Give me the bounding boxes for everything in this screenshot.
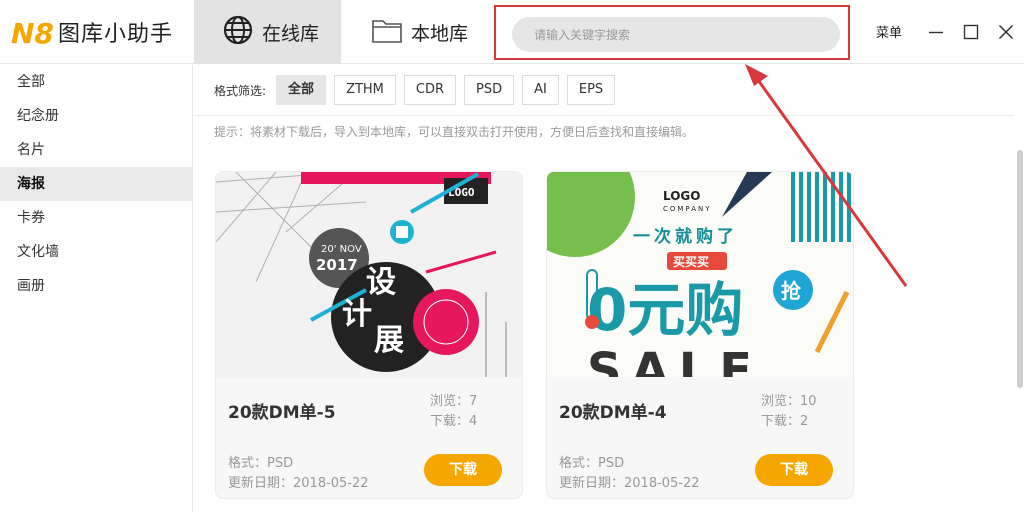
- tab-online-library[interactable]: 在线库: [194, 0, 341, 64]
- sidebar-item-all[interactable]: 全部: [0, 65, 192, 99]
- card-update-date: 更新日期：2018-05-22: [228, 476, 369, 491]
- search-input[interactable]: [512, 17, 840, 52]
- svg-text:SALE: SALE: [587, 343, 762, 377]
- folder-icon: [371, 16, 403, 48]
- card-update-date: 更新日期：2018-05-22: [559, 476, 700, 491]
- svg-text:20' NOV: 20' NOV: [321, 244, 362, 255]
- download-button[interactable]: 下载: [424, 454, 502, 486]
- svg-text:0元购: 0元购: [587, 276, 743, 344]
- card-views: 浏览：10: [761, 394, 817, 409]
- category-sidebar: 全部 纪念册 名片 海报 卡券 文化墙 画册: [0, 65, 193, 512]
- card-format: 格式：PSD: [228, 456, 294, 471]
- globe-icon: [222, 14, 254, 50]
- menu-button[interactable]: 菜单: [876, 22, 902, 41]
- sidebar-item-coupon[interactable]: 卡券: [0, 201, 192, 235]
- svg-text:展: 展: [374, 323, 404, 358]
- filter-chip-zthm[interactable]: ZTHM: [334, 75, 396, 105]
- sidebar-item-business-card[interactable]: 名片: [0, 133, 192, 167]
- svg-text:一次就购了: 一次就购了: [633, 226, 738, 247]
- n8-logo-icon: N8: [10, 14, 56, 50]
- card-thumbnail[interactable]: LOGO 20' NOV 2017 设 计 展: [216, 172, 522, 377]
- filter-chip-ai[interactable]: AI: [522, 75, 559, 105]
- format-filter-bar: 格式筛选: 全部 ZTHM CDR PSD AI EPS: [214, 75, 623, 105]
- title-bar: N8 图库小助手 在线库 本地库 请输入关键字搜索 菜单: [0, 0, 1024, 64]
- maximize-button[interactable]: [957, 18, 985, 46]
- minimize-button[interactable]: [922, 18, 950, 46]
- sidebar-item-album[interactable]: 纪念册: [0, 99, 192, 133]
- svg-text:抢: 抢: [781, 279, 802, 303]
- tab-local-label: 本地库: [411, 22, 469, 45]
- filter-chip-psd[interactable]: PSD: [464, 75, 515, 105]
- app-name: 图库小助手: [58, 22, 174, 47]
- resource-card[interactable]: LOGO 20' NOV 2017 设 计 展 20款DM单-5 浏览：7 下载…: [215, 171, 523, 499]
- search-highlight-box: [494, 5, 850, 60]
- download-button[interactable]: 下载: [755, 454, 833, 486]
- sidebar-item-brochure[interactable]: 画册: [0, 269, 192, 303]
- tab-online-label: 在线库: [262, 22, 320, 45]
- svg-text:设: 设: [366, 265, 396, 300]
- minimize-icon: [929, 31, 943, 34]
- card-downloads: 下载：4: [430, 414, 478, 429]
- tab-local-library[interactable]: 本地库: [341, 0, 491, 64]
- svg-text:计: 计: [342, 297, 372, 332]
- poster-design-expo-image: LOGO 20' NOV 2017 设 计 展: [216, 172, 522, 377]
- sidebar-item-poster[interactable]: 海报: [0, 167, 192, 201]
- sidebar-item-culture-wall[interactable]: 文化墙: [0, 235, 192, 269]
- svg-text:COMPANY: COMPANY: [663, 205, 712, 213]
- maximize-icon: [963, 24, 979, 40]
- card-format: 格式：PSD: [559, 456, 625, 471]
- filter-chip-all[interactable]: 全部: [276, 75, 327, 105]
- card-thumbnail[interactable]: LOGO COMPANY 一次就购了 买买买 0元购 抢 SALE: [547, 172, 853, 377]
- app-window: N8 图库小助手 在线库 本地库 请输入关键字搜索 菜单 全部 纪念册 名片 海…: [0, 0, 1024, 512]
- card-title: 20款DM单-4: [559, 403, 667, 423]
- poster-zero-yuan-sale-image: LOGO COMPANY 一次就购了 买买买 0元购 抢 SALE: [547, 172, 853, 377]
- card-downloads: 下载：2: [761, 414, 809, 429]
- close-icon: [998, 24, 1014, 40]
- vertical-scrollbar[interactable]: [1017, 150, 1023, 388]
- main-content: 格式筛选: 全部 ZTHM CDR PSD AI EPS 提示：将素材下载后，导…: [194, 65, 1024, 512]
- usage-tip: 提示：将素材下载后，导入到本地库，可以直接双击打开使用，方便日后查找和直接编辑。: [214, 125, 695, 139]
- card-views: 浏览：7: [430, 394, 478, 409]
- svg-text:LOGO: LOGO: [663, 189, 700, 203]
- svg-text:买买买: 买买买: [673, 255, 709, 269]
- close-button[interactable]: [992, 18, 1020, 46]
- filter-divider: [194, 115, 1014, 116]
- filter-chip-eps[interactable]: EPS: [566, 75, 616, 105]
- card-title: 20款DM单-5: [228, 403, 336, 423]
- svg-text:2017: 2017: [316, 256, 358, 274]
- resource-card[interactable]: LOGO COMPANY 一次就购了 买买买 0元购 抢 SALE 20款DM单…: [546, 171, 854, 499]
- app-logo: N8 图库小助手: [10, 12, 173, 52]
- filter-title: 格式筛选:: [214, 83, 267, 98]
- filter-chip-cdr[interactable]: CDR: [403, 75, 457, 105]
- svg-text:N8: N8: [11, 17, 54, 50]
